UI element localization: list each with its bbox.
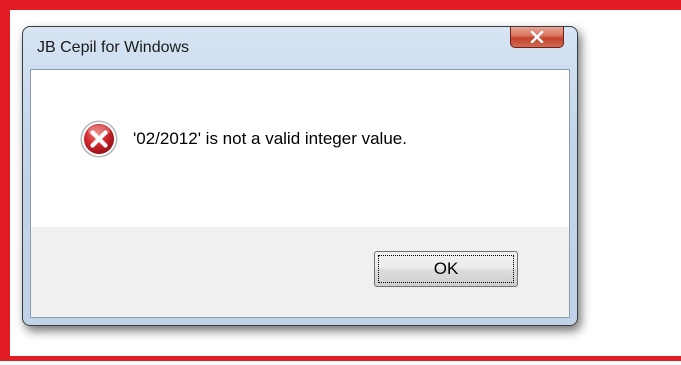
error-message: '02/2012' is not a valid integer value. bbox=[133, 129, 407, 148]
message-area: '02/2012' is not a valid integer value. bbox=[31, 70, 569, 227]
error-dialog: JB Cepil for Windows '02/2012' is not a … bbox=[22, 26, 578, 326]
dialog-title: JB Cepil for Windows bbox=[37, 39, 190, 56]
close-icon bbox=[530, 31, 544, 43]
close-button[interactable] bbox=[510, 27, 564, 48]
ok-button[interactable]: OK bbox=[374, 251, 518, 287]
ok-button-label: OK bbox=[378, 255, 514, 283]
dialog-body: '02/2012' is not a valid integer value. … bbox=[30, 69, 570, 318]
error-icon bbox=[80, 120, 118, 158]
title-bar[interactable]: JB Cepil for Windows bbox=[23, 27, 577, 75]
